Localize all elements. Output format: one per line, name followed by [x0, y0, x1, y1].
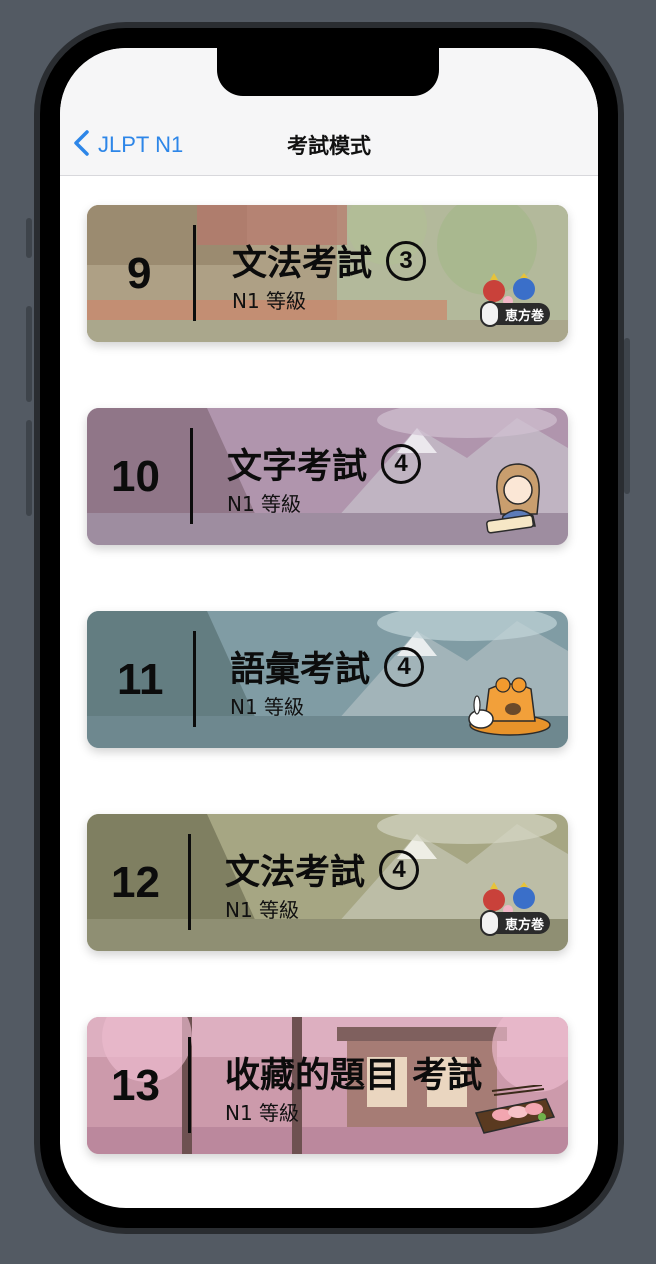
exam-number: 13: [111, 1060, 160, 1110]
divider: [193, 631, 196, 727]
notch: [217, 48, 439, 96]
exam-title-text: 文字考試: [227, 447, 368, 487]
attempt-count-badge: 4: [381, 443, 422, 484]
exam-card-9[interactable]: 9 文法考試 3 N1 等級 恵方巻: [87, 205, 568, 342]
exam-card-11[interactable]: 11 語彙考試 4 N1 等級: [87, 611, 568, 748]
kagami-mochi-rabbit-sticker: [467, 669, 553, 737]
exam-title: 文法考試 4: [225, 844, 420, 895]
page-title: 考試模式: [287, 134, 371, 158]
exam-level: N1 等級: [230, 695, 305, 719]
sashimi-plate-sticker: [472, 1085, 558, 1137]
exam-card-10[interactable]: 10 文字考試 4 N1 等級: [87, 408, 568, 545]
studying-girl-sticker: [485, 460, 551, 534]
silent-switch: [26, 218, 32, 258]
exam-title-text: 文法考試: [232, 244, 373, 284]
attempt-count-badge: 4: [384, 646, 425, 687]
divider: [190, 428, 193, 524]
exam-number: 9: [127, 248, 152, 298]
exam-title-text: 語彙考試: [230, 650, 371, 690]
exam-number: 12: [111, 857, 160, 907]
attempt-count-badge: 3: [386, 240, 427, 281]
sushi-roll-icon: [480, 910, 500, 936]
exam-title: 語彙考試 4: [230, 641, 425, 692]
exam-title: 收藏的題目 考試: [225, 1047, 482, 1098]
exam-card-12[interactable]: 12 文法考試 4 N1 等級 恵方巻: [87, 814, 568, 951]
divider: [193, 225, 196, 321]
ehoumaki-sticker: 恵方巻: [472, 273, 558, 329]
exam-title-text: 收藏的題目 考試: [225, 1056, 483, 1096]
exam-number: 11: [117, 654, 164, 704]
exam-title: 文法考試 3: [232, 235, 427, 286]
exam-title: 文字考試 4: [227, 438, 422, 489]
exam-level: N1 等級: [225, 898, 300, 922]
power-button: [624, 338, 630, 494]
exam-level: N1 等級: [232, 289, 307, 313]
volume-up-button: [26, 306, 32, 402]
exam-level: N1 等級: [225, 1101, 300, 1125]
screen: JLPT N1 考試模式 9 文法考試 3 N1 等級 恵方巻 10 文字考試 …: [60, 48, 598, 1208]
attempt-count-badge: 4: [379, 849, 420, 890]
divider: [188, 834, 191, 930]
exam-card-13[interactable]: 13 收藏的題目 考試 N1 等級: [87, 1017, 568, 1154]
sushi-roll-icon: [480, 301, 500, 327]
exam-title-text: 文法考試: [225, 853, 366, 893]
exam-number: 10: [111, 451, 160, 501]
ehoumaki-sticker: 恵方巻: [472, 882, 558, 938]
exam-level: N1 等級: [227, 492, 302, 516]
divider: [188, 1037, 191, 1133]
volume-down-button: [26, 420, 32, 516]
